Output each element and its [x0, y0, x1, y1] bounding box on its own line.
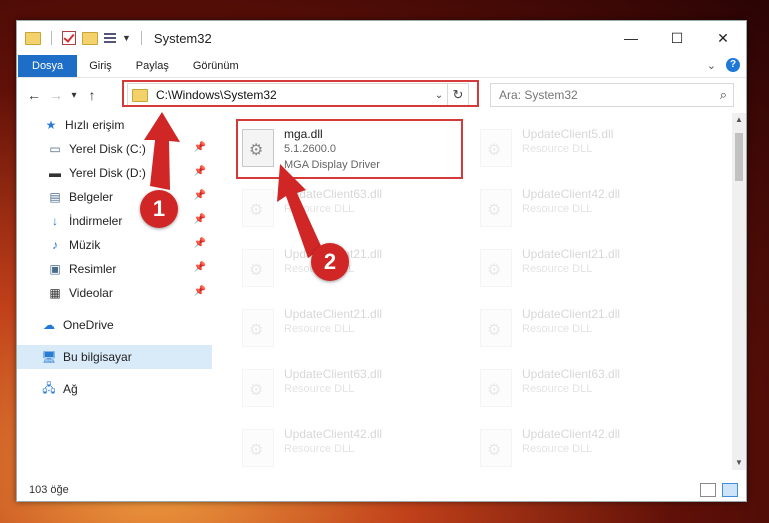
arrow-to-mga-file: [277, 164, 322, 258]
step-2-badge: 2: [311, 243, 349, 281]
step-1-badge: 1: [140, 190, 178, 228]
annotation-arrows: [144, 112, 322, 258]
arrow-to-address-bar: [144, 112, 180, 190]
